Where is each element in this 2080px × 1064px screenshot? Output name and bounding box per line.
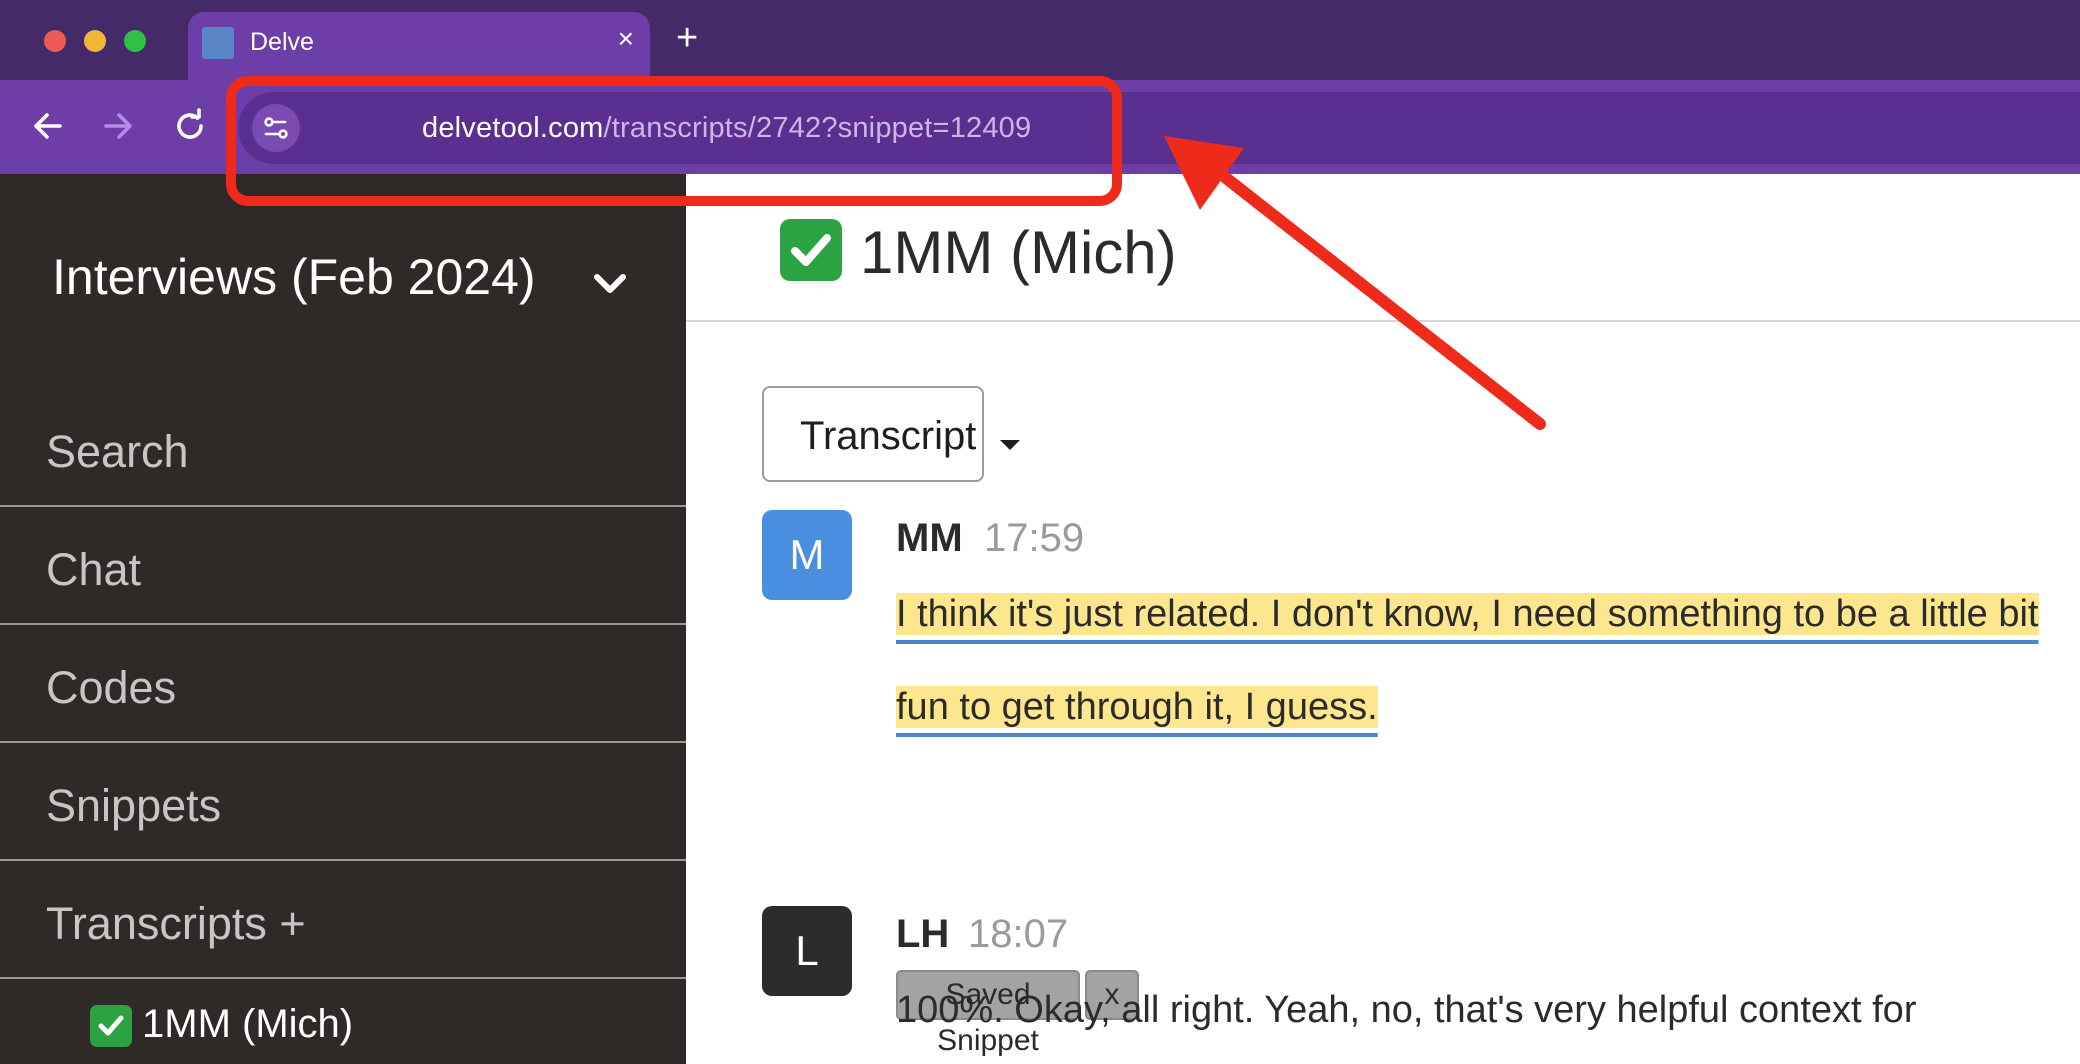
avatar: L <box>762 906 852 996</box>
message-text: 100%. Okay, all right. Yeah, no, that's … <box>896 989 1917 1031</box>
close-window-button[interactable] <box>44 30 66 52</box>
sidebar-transcript-label: 1MM (Mich) <box>142 1002 354 1046</box>
sidebar-item-label: Codes <box>46 662 177 713</box>
sidebar-item-label: Chat <box>46 544 142 595</box>
sidebar-item-snippets[interactable]: Snippets <box>0 744 686 861</box>
transcript-view-dropdown[interactable]: Transcript <box>762 386 1020 482</box>
message-text: I think it's just related. I don't know,… <box>896 568 2044 754</box>
speaker-name: LH <box>896 912 950 956</box>
annotation-highlight-box <box>226 76 1122 206</box>
reload-icon[interactable] <box>170 106 210 146</box>
forward-arrow-icon[interactable] <box>98 106 138 146</box>
maximize-window-button[interactable] <box>124 30 146 52</box>
page-title: 1MM (Mich) <box>780 218 1177 287</box>
tab-close-button[interactable]: × <box>618 24 634 54</box>
dropdown-label: Transcript <box>800 414 977 458</box>
avatar: M <box>762 510 852 600</box>
sidebar-item-label: Search <box>46 426 189 477</box>
check-mark-icon <box>90 1005 132 1048</box>
transcript-message: M MM 17:59 I think it's just related. I … <box>762 510 2080 1057</box>
sidebar-item-transcripts[interactable]: Transcripts + <box>0 862 686 979</box>
project-title[interactable]: Interviews (Feb 2024) <box>52 248 552 306</box>
check-mark-icon <box>780 219 842 281</box>
tab-title: Delve <box>250 28 314 56</box>
sidebar-item-label: Transcripts + <box>46 898 306 949</box>
sidebar-transcript-item[interactable]: 1MM (Mich) <box>90 1002 353 1058</box>
minimize-window-button[interactable] <box>84 30 106 52</box>
sidebar-item-codes[interactable]: Codes <box>0 626 686 743</box>
message-timestamp[interactable]: 18:07 <box>968 912 1068 957</box>
chevron-down-icon[interactable] <box>588 262 632 306</box>
highlighted-snippet[interactable]: I think it's just related. I don't know,… <box>896 593 2039 728</box>
favicon-icon <box>202 27 234 59</box>
caret-down-icon <box>1000 440 1020 450</box>
main-content: 1MM (Mich) Transcript M MM 17:59 I think… <box>686 174 2080 1064</box>
sidebar: Interviews (Feb 2024) Search Chat Codes … <box>0 174 686 1064</box>
transcript-message: L LH 18:07 100%. Okay, all right. Yeah, … <box>762 906 2080 1064</box>
browser-tab-bar: Delve × + <box>0 0 2080 80</box>
new-tab-button[interactable]: + <box>676 18 698 58</box>
page-title-text: 1MM (Mich) <box>860 219 1177 286</box>
sidebar-item-label: Snippets <box>46 780 222 831</box>
speaker-name: MM <box>896 516 963 560</box>
message-timestamp[interactable]: 17:59 <box>984 516 1084 561</box>
browser-tab-active[interactable]: Delve × <box>188 12 650 80</box>
back-arrow-icon[interactable] <box>28 106 68 146</box>
sidebar-item-search[interactable]: Search <box>0 390 686 507</box>
sidebar-item-chat[interactable]: Chat <box>0 508 686 625</box>
